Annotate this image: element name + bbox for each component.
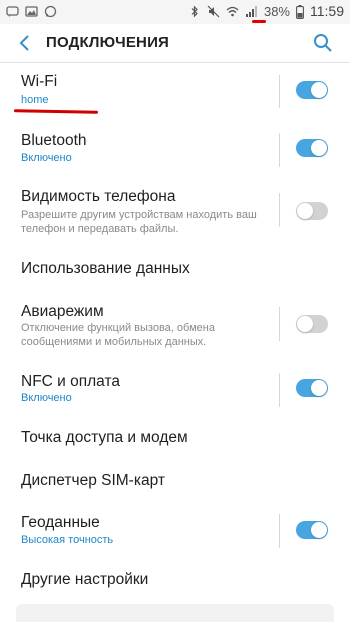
- row-separator: [279, 133, 280, 167]
- image-icon: [25, 5, 38, 18]
- whatsapp-icon: [44, 5, 57, 18]
- toggle-knob: [311, 82, 327, 98]
- setting-subtitle: Включено: [21, 152, 72, 164]
- toggle-knob: [297, 316, 313, 332]
- setting-description: Разрешите другим устройствам находить ва…: [21, 209, 257, 235]
- setting-subtitle: Высокая точность: [21, 534, 114, 546]
- visibility-toggle[interactable]: [296, 202, 328, 220]
- system-icons: 38% 11:59: [188, 3, 344, 19]
- setting-title: Другие настройки: [21, 571, 149, 588]
- nfc-toggle[interactable]: [296, 379, 328, 397]
- setting-location[interactable]: Геоданные Высокая точность: [0, 507, 350, 562]
- setting-data-usage[interactable]: Использование данных: [0, 248, 350, 293]
- setting-title: Bluetooth: [21, 132, 87, 149]
- setting-nfc[interactable]: NFC и оплата Включено: [0, 363, 350, 421]
- wifi-toggle[interactable]: [296, 81, 328, 99]
- setting-airplane-mode[interactable]: Авиарежим Отключение функций вызова, обм…: [0, 293, 350, 363]
- toggle-knob: [311, 522, 327, 538]
- setting-subtitle: home: [21, 94, 49, 106]
- signal-icon: [245, 5, 258, 18]
- setting-title: Точка доступа и модем: [21, 429, 188, 446]
- back-arrow-icon: [19, 35, 29, 51]
- mute-icon: [207, 5, 220, 18]
- message-icon: [6, 5, 19, 18]
- back-button[interactable]: [14, 32, 36, 54]
- row-separator: [279, 75, 280, 108]
- row-separator: [279, 193, 280, 227]
- location-toggle[interactable]: [296, 521, 328, 539]
- airplane-toggle[interactable]: [296, 315, 328, 333]
- app-bar: ПОДКЛЮЧЕНИЯ: [0, 24, 350, 62]
- setting-title: Авиарежим: [21, 303, 104, 320]
- search-icon: [314, 34, 332, 52]
- clock: 11:59: [310, 3, 344, 19]
- search-button[interactable]: [312, 32, 334, 54]
- page-title: ПОДКЛЮЧЕНИЯ: [46, 34, 170, 51]
- notification-icons: [6, 5, 57, 18]
- setting-more[interactable]: Другие настройки: [0, 562, 350, 600]
- setting-subtitle: Включено: [21, 392, 72, 404]
- setting-sim-manager[interactable]: Диспетчер SIM-карт: [0, 464, 350, 507]
- setting-wifi[interactable]: Wi-Fi home: [0, 63, 350, 123]
- setting-description: Отключение функций вызова, обмена сообще…: [21, 322, 215, 348]
- toggle-knob: [311, 140, 327, 156]
- setting-bluetooth[interactable]: Bluetooth Включено: [0, 123, 350, 178]
- setting-title: Wi-Fi: [21, 73, 58, 90]
- status-bar: 38% 11:59: [0, 0, 350, 24]
- battery-percent: 38%: [263, 3, 290, 19]
- setting-visibility[interactable]: Видимость телефона Разрешите другим устр…: [0, 178, 350, 248]
- toggle-knob: [311, 380, 327, 396]
- bottom-card: [16, 604, 334, 622]
- toggle-knob: [297, 203, 313, 219]
- setting-title: NFC и оплата: [21, 373, 121, 390]
- bluetooth-icon: [188, 5, 201, 18]
- wifi-icon: [226, 5, 239, 18]
- row-separator: [279, 373, 280, 407]
- battery-icon: [296, 4, 304, 19]
- wifi-annotation-underline: [252, 20, 266, 23]
- bluetooth-toggle[interactable]: [296, 139, 328, 157]
- setting-title: Геоданные: [21, 514, 100, 531]
- setting-title: Видимость телефона: [21, 188, 176, 205]
- row-separator: [279, 307, 280, 341]
- setting-title: Диспетчер SIM-карт: [21, 472, 165, 489]
- setting-hotspot[interactable]: Точка доступа и модем: [0, 421, 350, 464]
- setting-title: Использование данных: [21, 260, 190, 277]
- row-separator: [279, 514, 280, 548]
